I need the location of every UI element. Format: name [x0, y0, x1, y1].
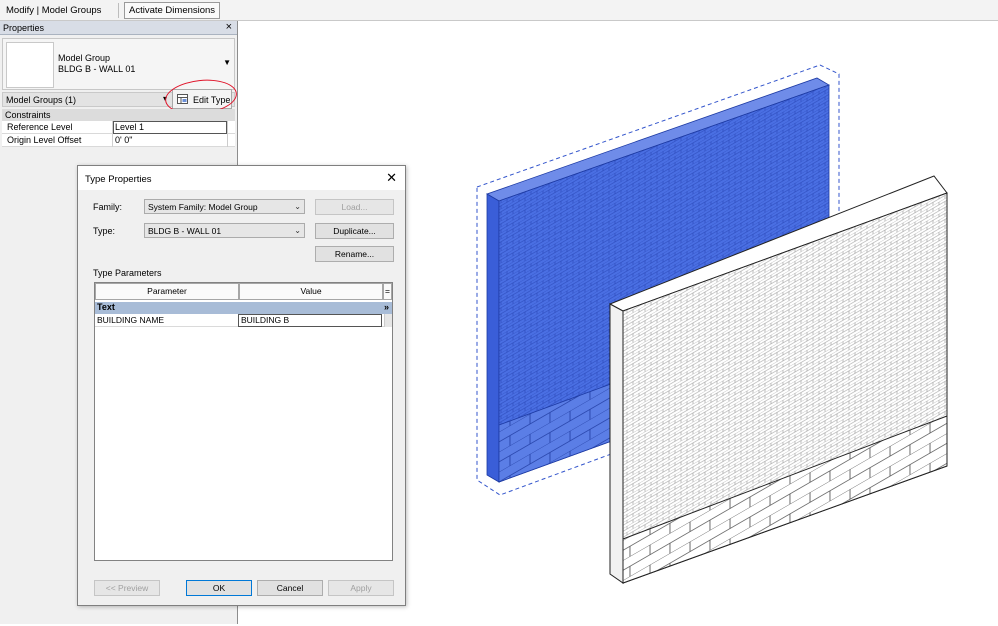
type-parameters-label: Type Parameters	[93, 268, 162, 278]
context-separator	[118, 3, 119, 18]
property-row-origin-level-offset[interactable]: Origin Level Offset 0' 0"	[2, 134, 235, 147]
dialog-title: Type Properties	[85, 174, 152, 185]
property-value: Level 1	[115, 122, 145, 132]
table-row[interactable]: BUILDING NAME BUILDING B	[95, 314, 392, 327]
constraints-section-label: Constraints	[5, 110, 51, 120]
type-properties-dialog: Type Properties ✕ Family: System Family:…	[77, 165, 406, 606]
grid-section-label: Text	[97, 302, 115, 312]
constraints-section[interactable]: Constraints	[2, 109, 235, 121]
parameter-value: BUILDING B	[241, 315, 290, 325]
activate-dimensions-button[interactable]: Activate Dimensions	[124, 2, 221, 19]
instance-filter-label: Model Groups (1)	[6, 95, 77, 105]
edit-type-label: Edit Type	[193, 95, 231, 105]
column-header-formula[interactable]: =	[383, 283, 392, 300]
column-header-parameter[interactable]: Parameter	[95, 283, 239, 300]
instance-filter-chevron-icon[interactable]: ▾	[163, 94, 167, 103]
properties-header: Properties ×	[0, 21, 237, 35]
parameter-name: BUILDING NAME	[97, 315, 165, 325]
rename-button[interactable]: Rename...	[315, 246, 394, 262]
wall-end	[609, 303, 624, 584]
chevron-down-icon: ⌄	[294, 202, 301, 211]
ok-button[interactable]: OK	[186, 580, 252, 596]
type-selector-family: Model Group	[58, 53, 111, 63]
dialog-close-icon[interactable]: ✕	[386, 170, 397, 186]
properties-close-icon[interactable]: ×	[226, 21, 232, 33]
type-combo-value: BLDG B - WALL 01	[148, 226, 222, 236]
property-scroll-strip	[227, 134, 235, 147]
load-button[interactable]: Load...	[315, 199, 394, 215]
property-value: 0' 0"	[115, 135, 133, 145]
type-selector[interactable]: Model Group BLDG B - WALL 01 ▼	[2, 38, 235, 90]
edit-type-button[interactable]: Edit Type	[172, 89, 232, 109]
column-header-value[interactable]: Value	[239, 283, 383, 300]
context-bar: Modify | Model Groups Activate Dimension…	[0, 0, 998, 21]
family-combo-value: System Family: Model Group	[148, 202, 258, 212]
property-row-reference-level[interactable]: Reference Level Level 1	[2, 121, 235, 134]
chevron-down-icon: ⌄	[294, 226, 301, 235]
type-label: Type:	[93, 226, 116, 236]
preview-button[interactable]: << Preview	[94, 580, 160, 596]
cancel-button[interactable]: Cancel	[257, 580, 323, 596]
property-name: Origin Level Offset	[2, 134, 113, 147]
type-selector-dropdown-icon[interactable]: ▼	[223, 58, 231, 67]
type-parameters-grid: Parameter Value = Text » BUILDING NAME B…	[94, 282, 393, 561]
property-scroll-strip	[227, 121, 235, 134]
family-combo[interactable]: System Family: Model Group ⌄	[144, 199, 305, 214]
property-name: Reference Level	[2, 121, 113, 134]
type-combo[interactable]: BLDG B - WALL 01 ⌄	[144, 223, 305, 238]
family-label: Family:	[93, 202, 122, 212]
context-title: Modify | Model Groups	[6, 5, 102, 16]
edit-type-icon	[177, 94, 188, 104]
properties-title: Properties	[3, 23, 45, 33]
dialog-titlebar[interactable]: Type Properties ✕	[78, 166, 405, 190]
collapse-icon[interactable]: »	[384, 302, 389, 312]
duplicate-button[interactable]: Duplicate...	[315, 223, 394, 239]
row-scroll-strip	[384, 314, 392, 327]
apply-button[interactable]: Apply	[328, 580, 394, 596]
selected-wall-end	[486, 193, 500, 483]
type-selector-type: BLDG B - WALL 01	[58, 64, 136, 74]
grid-section-text[interactable]: Text »	[95, 302, 392, 314]
type-thumbnail	[6, 42, 54, 88]
